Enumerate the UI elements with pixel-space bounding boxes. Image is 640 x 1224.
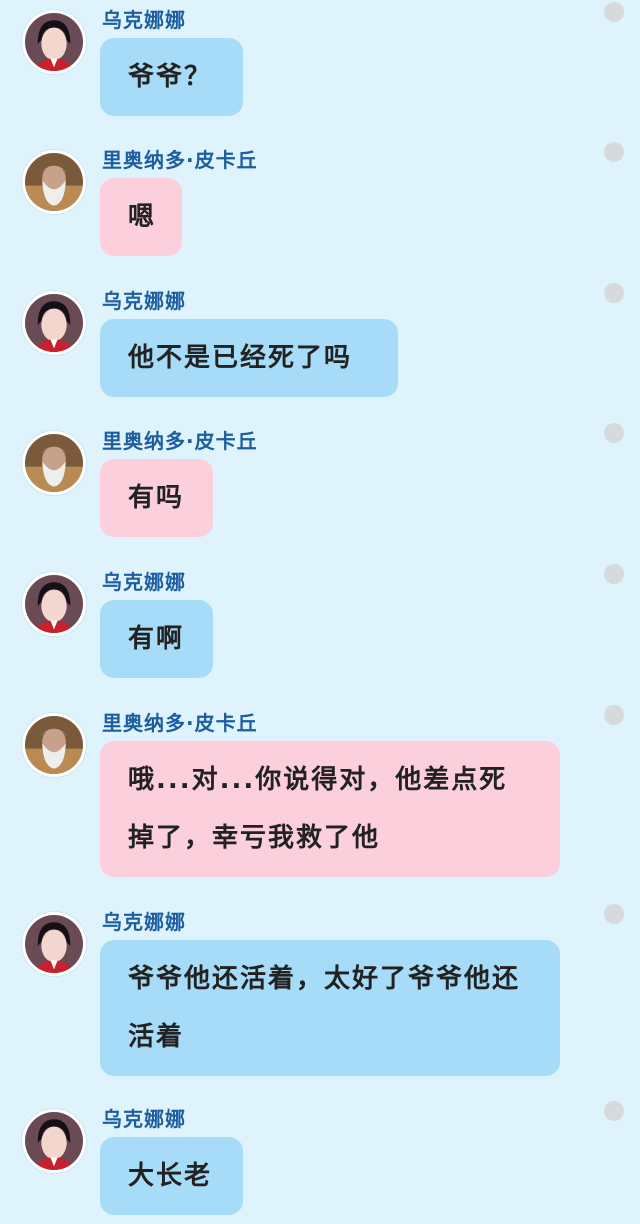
sender-name: 里奥纳多·皮卡丘 xyxy=(102,711,258,735)
more-options-dot[interactable] xyxy=(604,904,624,924)
girl-avatar[interactable] xyxy=(22,1109,86,1173)
girl-avatar[interactable] xyxy=(22,572,86,636)
girl-avatar[interactable] xyxy=(22,10,86,74)
sender-name: 里奥纳多·皮卡丘 xyxy=(102,429,258,453)
elder-avatar[interactable] xyxy=(22,713,86,777)
message-bubble[interactable]: 有啊 xyxy=(100,600,213,678)
message-bubble[interactable]: 大长老 xyxy=(100,1137,243,1215)
message-bubble[interactable]: 爷爷他还活着，太好了爷爷他还活着 xyxy=(100,940,560,1076)
message-bubble[interactable]: 嗯 xyxy=(100,178,182,256)
more-options-dot[interactable] xyxy=(604,705,624,725)
chat-log: 乌克娜娜 爷爷？ 里奥纳多·皮卡丘 嗯 乌克娜娜 他不是已经死了吗 里奥纳多·皮… xyxy=(0,0,640,1224)
sender-name: 乌克娜娜 xyxy=(102,289,186,313)
more-options-dot[interactable] xyxy=(604,1101,624,1121)
more-options-dot[interactable] xyxy=(604,2,624,22)
sender-name: 里奥纳多·皮卡丘 xyxy=(102,148,258,172)
more-options-dot[interactable] xyxy=(604,564,624,584)
girl-avatar[interactable] xyxy=(22,912,86,976)
message-bubble[interactable]: 爷爷？ xyxy=(100,38,243,116)
message-bubble[interactable]: 有吗 xyxy=(100,459,213,537)
message-bubble[interactable]: 哦...对...你说得对，他差点死掉了，幸亏我救了他 xyxy=(100,741,560,877)
sender-name: 乌克娜娜 xyxy=(102,1107,186,1131)
sender-name: 乌克娜娜 xyxy=(102,570,186,594)
sender-name: 乌克娜娜 xyxy=(102,8,186,32)
message-bubble[interactable]: 他不是已经死了吗 xyxy=(100,319,398,397)
elder-avatar[interactable] xyxy=(22,431,86,495)
more-options-dot[interactable] xyxy=(604,423,624,443)
more-options-dot[interactable] xyxy=(604,142,624,162)
sender-name: 乌克娜娜 xyxy=(102,910,186,934)
elder-avatar[interactable] xyxy=(22,150,86,214)
more-options-dot[interactable] xyxy=(604,283,624,303)
girl-avatar[interactable] xyxy=(22,291,86,355)
